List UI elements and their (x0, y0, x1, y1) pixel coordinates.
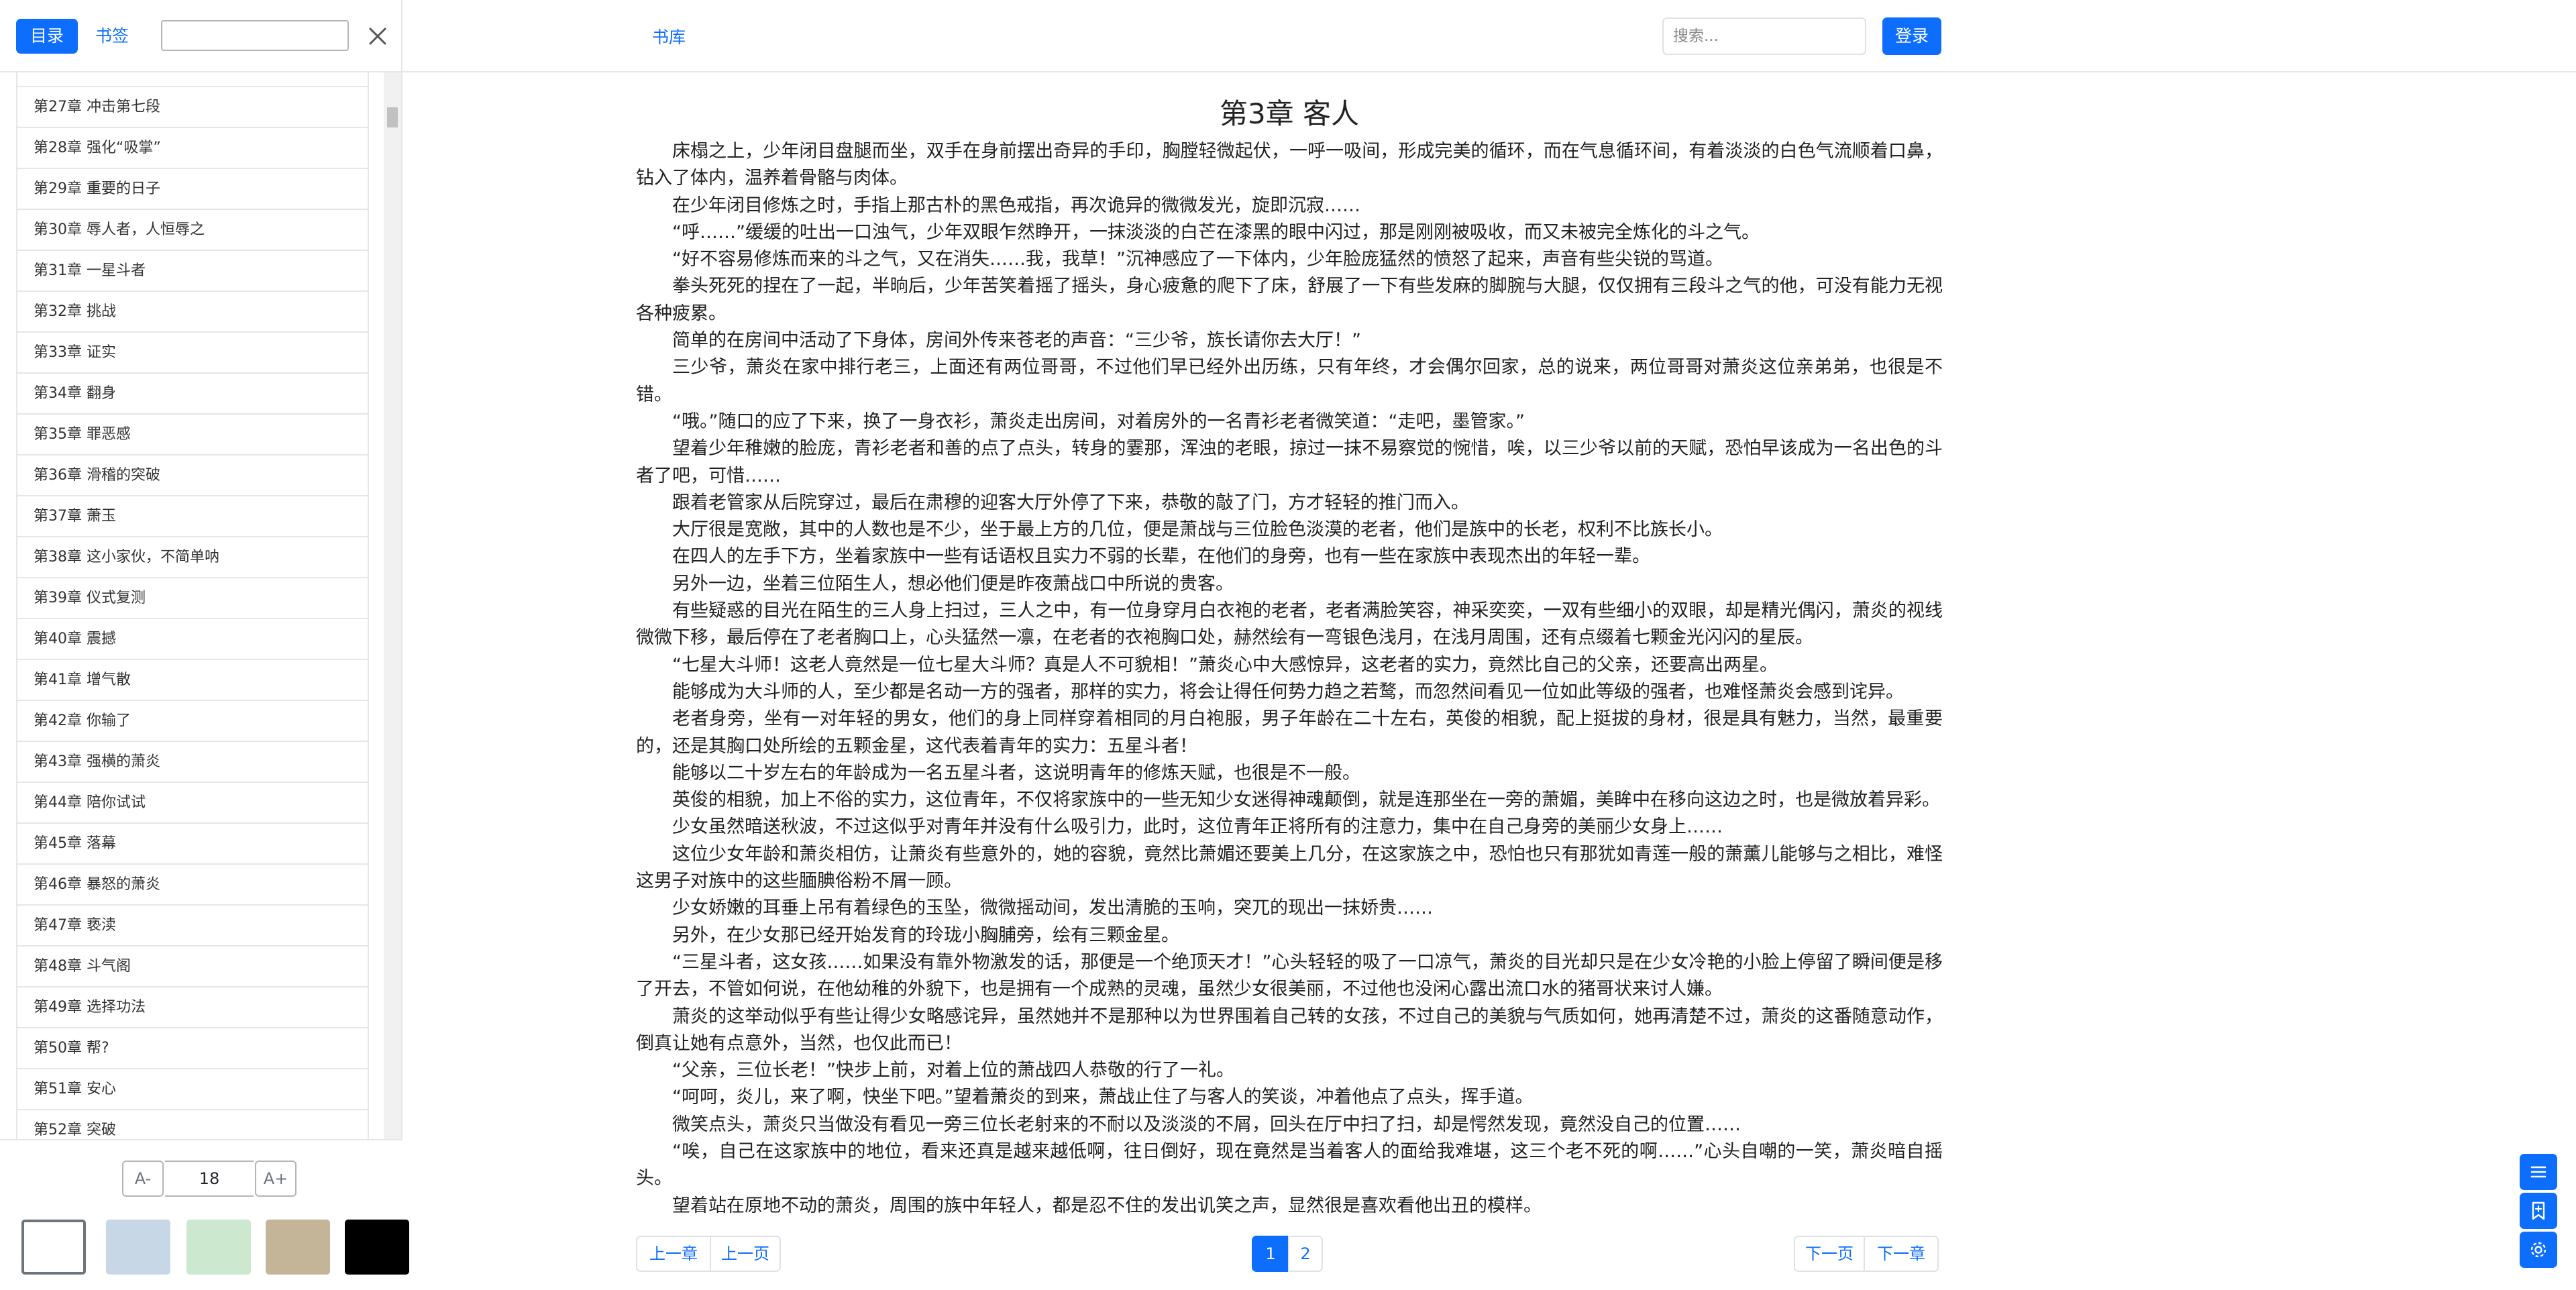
font-size-field[interactable]: 18 (165, 1161, 254, 1197)
paragraph: 这位少女年龄和萧炎相仿，让萧炎有些意外的，她的容貌，竟然比萧媚还要美上几分，在这… (636, 843, 1943, 892)
paragraph: 能够以二十岁左右的年龄成为一名五星斗者，这说明青年的修炼天赋，也很是不一般。 (672, 762, 1360, 784)
chapter-item[interactable]: 第29章 重要的日子 (17, 169, 368, 210)
chapter-item[interactable]: 第51章 安心 (17, 1069, 368, 1110)
theme-swatch-black[interactable] (345, 1220, 409, 1275)
next-chapter-button[interactable]: 下一章 (1864, 1236, 1939, 1272)
login-button[interactable]: 登录 (1882, 17, 1941, 55)
chapter-item[interactable]: 第37章 萧玉 (17, 496, 368, 537)
font-increase-button[interactable]: A+ (255, 1161, 297, 1197)
paragraph: “哦。”随口的应了下来，换了一身衣衫，萧炎走出房间，对着房外的一名青衫老者微笑道… (672, 411, 1525, 432)
chapter-item[interactable]: 第50章 帮? (17, 1028, 368, 1069)
chapter-list: 第27章 冲击第七段 第28章 强化“吸掌” 第29章 重要的日子 第30章 辱人者，… (16, 72, 369, 1139)
chapter-item[interactable]: 第44章 陪你试试 (17, 783, 368, 824)
theme-swatch-tan[interactable] (266, 1220, 330, 1275)
sidebar-footer: A- 18 A+ (0, 1139, 409, 1290)
chapter-item[interactable]: 第38章 这小家伙，不简单呐 (17, 537, 368, 578)
chapter-item[interactable]: 第30章 辱人者，人恒辱之 (17, 210, 368, 251)
paragraph: 跟着老管家从后院穿过，最后在肃穆的迎客大厅外停了下来，恭敬的敲了门，方才轻轻的推… (672, 492, 1469, 513)
chapter-item[interactable]: 第31章 一星斗者 (17, 251, 368, 292)
sidebar-header: 目录 书签 (0, 0, 402, 72)
chapter-item[interactable]: 第27章 冲击第七段 (17, 87, 368, 128)
font-decrease-button[interactable]: A- (122, 1161, 164, 1197)
chapter-text: 床榻之上，少年闭目盘腿而坐，双手在身前摆出奇异的手印，胸膛轻微起伏，一呼一吸间，… (636, 138, 1943, 1220)
chapter-item[interactable]: 第39章 仪式复测 (17, 578, 368, 619)
chapter-item[interactable]: 第46章 暴怒的萧炎 (17, 865, 368, 906)
gear-icon[interactable] (2520, 1232, 2557, 1268)
paragraph: 拳头死死的捏在了一起，半晌后，少年苦笑着摇了摇头，身心疲惫的爬下了床，舒展了一下… (636, 276, 1943, 324)
tab-toc[interactable]: 目录 (16, 19, 78, 54)
paragraph: 萧炎的这举动似乎有些让得少女略感诧异，虽然她并不是那种以为世界围着自己转的女孩，… (636, 1006, 1943, 1054)
paragraph: 在少年闭目修炼之时，手指上那古朴的黑色戒指，再次诡异的微微发光，旋即沉寂…… (672, 195, 1360, 216)
page-button-1[interactable]: 1 (1252, 1236, 1289, 1272)
paragraph: “三星斗者，这女孩……如果没有靠外物激发的话，那便是一个绝顶天才！”心头轻轻的吸… (636, 951, 1943, 1000)
nav-library-link[interactable]: 书库 (652, 24, 686, 48)
chapter-item[interactable]: 第48章 斗气阁 (17, 947, 368, 987)
paragraph: “好不容易修炼而来的斗之气，又在消失……我，我草！”沉神感应了一下体内，少年脸庞… (672, 249, 1723, 270)
chapter-item[interactable]: 第28章 强化“吸掌” (17, 128, 368, 169)
paragraph: 三少爷，萧炎在家中排行老三，上面还有两位哥哥，不过他们早已经外出历练，只有年终，… (636, 357, 1943, 405)
chapter-item[interactable]: 第40章 震撼 (17, 619, 368, 660)
paragraph: “呵呵，炎儿，来了啊，快坐下吧。”望着萧炎的到来，萧战止住了与客人的笑谈，冲着他… (672, 1087, 1534, 1108)
paragraph: 望着少年稚嫩的脸庞，青衫老者和善的点了点头，转身的霎那，浑浊的老眼，掠过一抹不易… (636, 438, 1943, 486)
chapter-item[interactable]: 第49章 选择功法 (17, 987, 368, 1028)
paragraph: “唉，自己在这家族中的地位，看来还真是越来越低啊，往日倒好，现在竟然是当着客人的… (636, 1140, 1943, 1189)
tab-bookmark[interactable]: 书签 (83, 19, 141, 54)
chapter-title: 第3章 客人 (1219, 97, 1360, 130)
scrollbar[interactable] (384, 72, 401, 1139)
paragraph: 床榻之上，少年闭目盘腿而坐，双手在身前摆出奇异的手印，胸膛轻微起伏，一呼一吸间，… (636, 141, 1943, 189)
paragraph: 简单的在房间中活动了下身体，房间外传来苍老的声音：“三少爷，族长请你去大厅！” (672, 330, 1361, 352)
theme-swatch-white[interactable] (21, 1220, 86, 1275)
paragraph: 英俊的相貌，加上不俗的实力，这位青年，不仅将家族中的一些无知少女迷得神魂颠倒，就… (672, 790, 1940, 811)
paragraph: 在四人的左手下方，坐着家族中一些有话语权且实力不弱的长辈，在他们的身旁，也有一些… (672, 546, 1650, 568)
theme-swatch-green[interactable] (186, 1220, 251, 1275)
paragraph: “呼……”缓缓的吐出一口浊气，少年双眼乍然睁开，一抹淡淡的白芒在漆黑的眼中闪过，… (672, 221, 1760, 243)
paragraph: 能够成为大斗师的人，至少都是名动一方的强者，那样的实力，将会让得任何势力趋之若鹜… (672, 681, 1904, 702)
scrollbar-thumb[interactable] (387, 107, 398, 127)
sidebar: 目录 书签 第27章 冲击第七段 第28章 强化“吸掌” 第29章 重要的日子 第30… (0, 0, 409, 1290)
paragraph: “父亲，三位长老！”快步上前，对着上位的萧战四人恭敬的行了一礼。 (672, 1060, 1234, 1081)
bookmark-icon[interactable] (2520, 1193, 2557, 1229)
paragraph: “七星大斗师！这老人竟然是一位七星大斗师？真是人不可貌相！”萧炎心中大感惊异，这… (672, 654, 1778, 676)
paragraph: 大厅很是宽敞，其中的人数也是不少，坐于最上方的几位，便是萧战与三位脸色淡漠的老者… (672, 519, 1723, 541)
chapter-item[interactable]: 第35章 罪恶感 (17, 415, 368, 455)
chapter-item-partial (17, 72, 368, 87)
next-page-button[interactable]: 下一页 (1794, 1236, 1865, 1272)
chapter-item[interactable]: 第36章 滑稽的突破 (17, 455, 368, 496)
chapter-item[interactable]: 第41章 增气散 (17, 660, 368, 701)
chapter-item[interactable]: 第33章 证实 (17, 333, 368, 374)
paragraph: 老者身旁，坐有一对年轻的男女，他们的身上同样穿着相同的月白袍服，男子年龄在二十左… (636, 708, 1943, 757)
page-button-2[interactable]: 2 (1288, 1236, 1323, 1272)
chapter-item[interactable]: 第45章 落幕 (17, 824, 368, 865)
search-input[interactable]: 搜索... (1662, 17, 1866, 55)
prev-page-button[interactable]: 上一页 (710, 1236, 781, 1272)
paragraph: 有些疑惑的目光在陌生的三人身上扫过，三人之中，有一位身穿月白衣袍的老者，老者满脸… (636, 600, 1943, 649)
top-navbar: 书库 搜索... 登录 (402, 0, 2576, 72)
sidebar-search-input[interactable] (161, 20, 349, 51)
close-icon[interactable] (364, 23, 391, 50)
chapter-item[interactable]: 第32章 挑战 (17, 292, 368, 333)
theme-swatch-blue[interactable] (106, 1220, 170, 1275)
chapter-item[interactable]: 第52章 突破 (17, 1110, 368, 1139)
reader-content: 第3章 客人 床榻之上，少年闭目盘腿而坐，双手在身前摆出奇异的手印，胸膛轻微起伏… (636, 94, 1943, 1220)
paragraph: 望着站在原地不动的萧炎，周围的族中年轻人，都是忍不住的发出讥笑之声，显然很是喜欢… (672, 1195, 1542, 1216)
paragraph: 少女虽然暗送秋波，不过这似乎对青年并没有什么吸引力，此时，这位青年正将所有的注意… (672, 816, 1723, 838)
chapter-item[interactable]: 第43章 强横的萧炎 (17, 742, 368, 783)
chapter-item[interactable]: 第42章 你输了 (17, 701, 368, 742)
chapter-item[interactable]: 第47章 亵渎 (17, 906, 368, 947)
paragraph: 少女娇嫩的耳垂上吊有着绿色的玉坠，微微摇动间，发出清脆的玉响，突兀的现出一抹娇贵… (672, 898, 1433, 919)
paragraph: 另外一边，坐着三位陌生人，想必他们便是昨夜萧战口中所说的贵客。 (672, 573, 1234, 594)
paragraph: 另外，在少女那已经开始发育的玲珑小胸脯旁，绘有三颗金星。 (672, 924, 1179, 946)
paragraph: 微笑点头，萧炎只当做没有看见一旁三位长老射来的不耐以及淡淡的不屑，回头在厅中扫了… (672, 1114, 1741, 1135)
list-icon[interactable] (2520, 1154, 2557, 1190)
prev-chapter-button[interactable]: 上一章 (636, 1236, 711, 1272)
chapter-item[interactable]: 第34章 翻身 (17, 374, 368, 415)
